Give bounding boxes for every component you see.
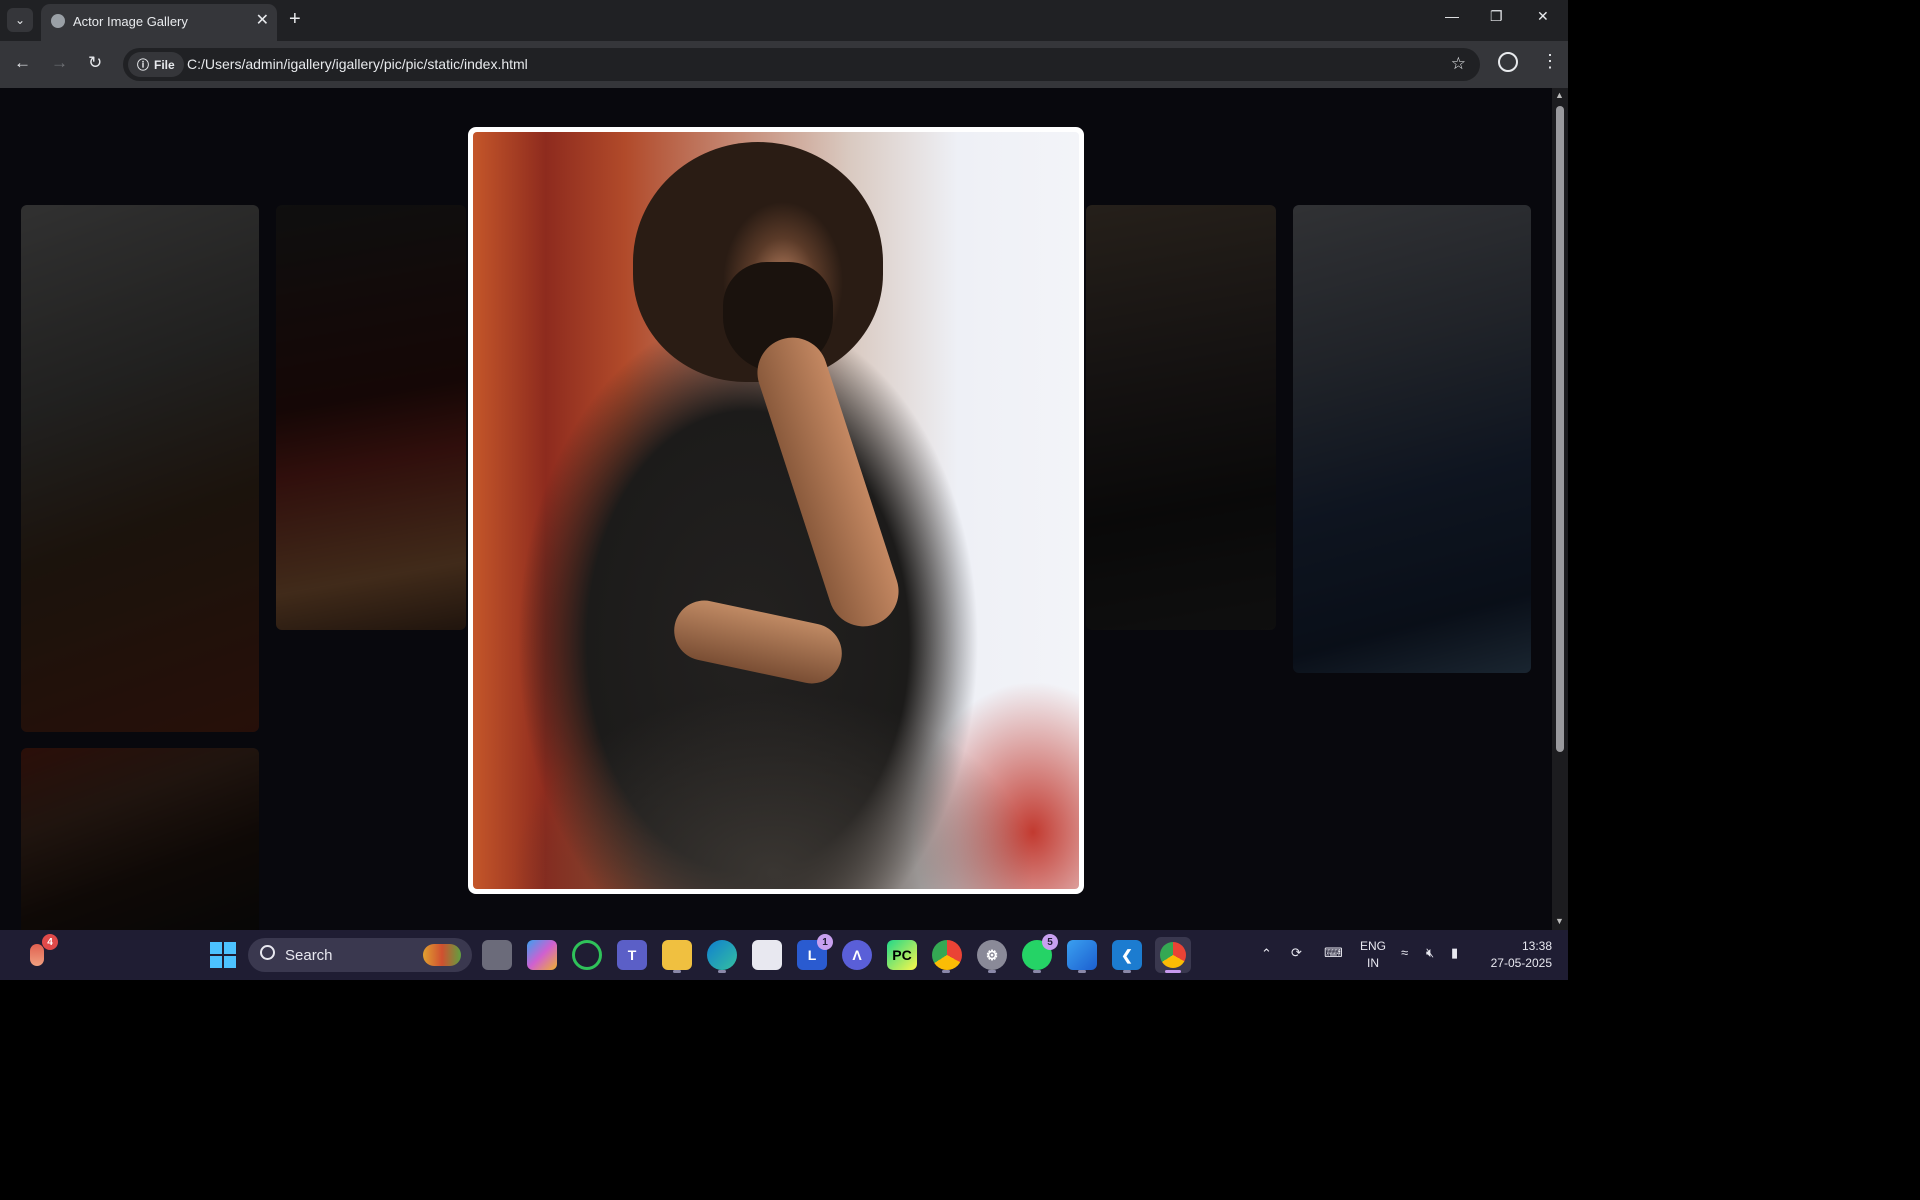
app-icon[interactable]: Λ	[842, 940, 872, 970]
gallery-thumbnail[interactable]	[21, 205, 259, 732]
l-app-icon[interactable]: L 1	[797, 934, 833, 970]
window-close-icon[interactable]: ✕	[1537, 8, 1549, 25]
lightbox-image-frame[interactable]	[468, 127, 1084, 894]
clock-date: 27-05-2025	[1490, 956, 1552, 970]
more-vertical-icon[interactable]: ⋮	[1541, 51, 1559, 72]
tab-strip: ⌄ Actor Image Gallery ✕ + — ❐ ✕	[0, 0, 1568, 41]
page-scrollbar[interactable]: ▲ ▼	[1552, 88, 1568, 930]
chatgpt-icon[interactable]	[572, 940, 602, 970]
tab-title: Actor Image Gallery	[73, 14, 188, 29]
bookmark-star-icon[interactable]: ☆	[1451, 54, 1466, 74]
gallery-page	[0, 88, 1552, 930]
chrome-icon[interactable]	[932, 940, 962, 970]
minimize-icon[interactable]: —	[1445, 8, 1459, 24]
gallery-thumbnail[interactable]	[1086, 205, 1276, 630]
info-icon: ⓘ	[137, 58, 150, 72]
browser-toolbar: ← → ↻ ⓘ File C:/Users/admin/igallery/iga…	[0, 41, 1568, 88]
teams-icon[interactable]: T	[617, 940, 647, 970]
running-indicator	[942, 970, 950, 973]
scrollbar-thumb[interactable]	[1556, 106, 1564, 752]
chevron-down-icon: ⌄	[14, 13, 26, 27]
lang-line1: ENG	[1359, 939, 1386, 953]
tab-search-button[interactable]: ⌄	[7, 8, 33, 32]
photos-icon[interactable]	[1067, 940, 1097, 970]
site-info-chip[interactable]: ⓘ File	[128, 52, 184, 77]
running-indicator	[718, 970, 726, 973]
enlarged-actor-photo	[473, 132, 1079, 889]
battery-icon[interactable]: ▮	[1451, 945, 1458, 961]
search-icon	[260, 945, 275, 960]
reload-button[interactable]: ↻	[88, 53, 102, 73]
edge-icon[interactable]	[707, 940, 737, 970]
forward-button[interactable]: →	[51, 53, 68, 73]
search-label: Search	[285, 947, 333, 964]
profile-icon[interactable]	[1498, 52, 1518, 72]
photo-subject-forearm	[668, 594, 848, 690]
search-highlight-art	[423, 944, 461, 966]
clock-time: 13:38	[1521, 939, 1552, 953]
chip-label: File	[154, 57, 175, 72]
microsoft-store-icon[interactable]	[752, 940, 782, 970]
photo-subject-arm	[748, 328, 908, 636]
running-indicator	[1033, 970, 1041, 973]
chrome-active-icon[interactable]	[1155, 937, 1191, 973]
running-indicator	[1078, 970, 1086, 973]
running-indicator	[1123, 970, 1131, 973]
lang-line2: IN	[1367, 956, 1379, 970]
scroll-down-icon[interactable]: ▼	[1555, 916, 1564, 926]
whatsapp-icon[interactable]: 5	[1022, 934, 1058, 970]
gallery-thumbnail[interactable]	[21, 748, 259, 930]
wifi-icon[interactable]: ≈	[1401, 945, 1408, 960]
address-bar[interactable]: ⓘ File C:/Users/admin/igallery/igallery/…	[123, 48, 1480, 81]
running-indicator	[673, 970, 681, 973]
l-app-badge: 1	[817, 934, 833, 950]
thermometer-icon	[30, 944, 44, 966]
language-indicator[interactable]: ENG IN	[1357, 938, 1389, 972]
weather-widget-icon[interactable]: 4	[22, 934, 58, 970]
notification-badge: 4	[42, 934, 58, 950]
settings-gear-icon[interactable]: ⚙	[977, 940, 1007, 970]
running-indicator-active	[1165, 970, 1181, 973]
pycharm-icon[interactable]: PC	[887, 940, 917, 970]
gallery-thumbnail[interactable]	[276, 205, 466, 630]
whatsapp-badge: 5	[1042, 934, 1058, 950]
keyboard-icon[interactable]: ⌨	[1324, 945, 1343, 961]
scroll-up-icon[interactable]: ▲	[1555, 90, 1564, 100]
new-tab-button[interactable]: +	[289, 8, 301, 31]
chevron-up-icon[interactable]: ⌃	[1261, 946, 1272, 962]
close-tab-icon[interactable]: ✕	[256, 10, 269, 30]
sync-icon[interactable]: ⟳	[1291, 945, 1302, 961]
windows-start-icon[interactable]	[208, 940, 238, 970]
volume-muted-icon[interactable]: 🔇︎	[1426, 945, 1434, 961]
back-button[interactable]: ←	[14, 53, 31, 73]
task-view-icon[interactable]	[482, 940, 512, 970]
taskbar-search-box[interactable]: Search	[248, 938, 472, 972]
url-text[interactable]: C:/Users/admin/igallery/igallery/pic/pic…	[187, 56, 528, 72]
file-explorer-icon[interactable]	[662, 940, 692, 970]
gallery-thumbnail[interactable]	[1293, 205, 1531, 673]
vscode-icon[interactable]: ❮	[1112, 940, 1142, 970]
restore-icon[interactable]: ❐	[1490, 8, 1503, 25]
copilot-icon[interactable]	[527, 940, 557, 970]
running-indicator	[988, 970, 996, 973]
tab-actor-image-gallery[interactable]: Actor Image Gallery ✕	[41, 4, 277, 41]
taskbar-clock[interactable]: 13:38 27-05-2025	[1484, 938, 1552, 972]
globe-icon	[51, 14, 65, 28]
